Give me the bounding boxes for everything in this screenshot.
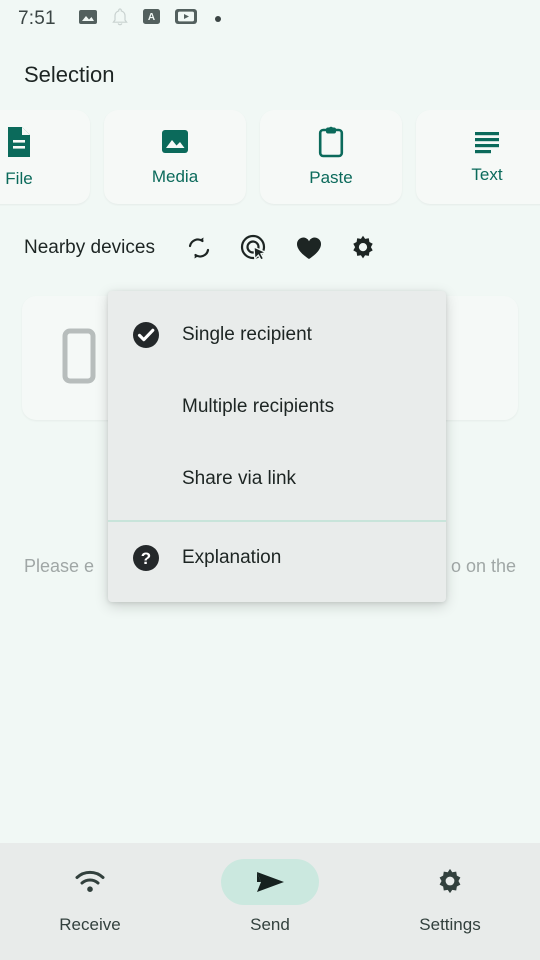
nav-item-settings[interactable]: Settings [360, 859, 540, 935]
image-icon [160, 127, 190, 157]
status-bar-clock: 7:51 [18, 8, 56, 29]
menu-footer-section: ? Explanation [108, 522, 446, 602]
wifi-icon [74, 869, 106, 895]
menu-item-label: Explanation [182, 547, 282, 568]
nearby-devices-title: Nearby devices [24, 237, 155, 258]
page-title: Selection [24, 62, 115, 87]
image-icon [78, 7, 98, 32]
recipient-mode-menu[interactable]: Single recipient Multiple recipients Sha… [108, 291, 446, 602]
clipboard-icon [318, 126, 344, 158]
menu-item-explanation[interactable]: ? Explanation [108, 522, 446, 594]
nav-item-send[interactable]: Send [180, 859, 360, 935]
selection-chip-label: Text [471, 165, 503, 184]
video-player-icon [174, 7, 198, 32]
nav-label-send: Send [250, 915, 290, 934]
gear-icon [435, 867, 465, 897]
selection-chip-label: File [5, 169, 33, 188]
nav-pill-send[interactable] [221, 859, 319, 905]
svg-text:A: A [148, 12, 155, 23]
menu-item-single-recipient[interactable]: Single recipient [108, 299, 446, 371]
empty-state-hint-left: Please e [24, 556, 95, 576]
nav-label-settings: Settings [419, 915, 481, 934]
selection-chip-paste[interactable]: Paste [260, 110, 402, 204]
menu-item-label: Single recipient [182, 324, 312, 345]
empty-state-hint-right: o on the [450, 556, 516, 576]
menu-item-label: Multiple recipients [182, 396, 335, 417]
send-icon [252, 868, 288, 896]
menu-item-icon-placeholder [130, 391, 162, 423]
menu-item-icon-placeholder [130, 463, 162, 495]
gear-icon[interactable] [349, 234, 377, 262]
menu-item-multiple-recipients[interactable]: Multiple recipients [108, 371, 446, 443]
selection-chip-text[interactable]: Text [416, 110, 540, 204]
heart-icon[interactable] [295, 235, 323, 261]
nav-pill-receive[interactable] [41, 859, 139, 905]
refresh-icon[interactable] [185, 234, 213, 262]
status-bar: 7:51 A [0, 0, 540, 38]
menu-item-share-via-link[interactable]: Share via link [108, 443, 446, 515]
nav-pill-settings[interactable] [401, 859, 499, 905]
nav-item-receive[interactable]: Receive [0, 859, 180, 935]
dot-indicator [214, 16, 221, 22]
nav-label-receive: Receive [59, 915, 121, 934]
file-document-icon [4, 125, 34, 159]
a-badge-icon: A [142, 7, 161, 31]
check-circle-icon [130, 319, 162, 351]
phone-device-icon [62, 328, 96, 389]
scan-target-icon[interactable] [239, 233, 269, 263]
selection-chip-file[interactable]: File [0, 110, 90, 204]
notification-bell-icon [111, 7, 129, 32]
menu-item-label: Share via link [182, 468, 297, 489]
nearby-devices-header: Nearby devices [0, 228, 540, 268]
selection-chip-label: Paste [309, 168, 353, 187]
nearby-devices-actions[interactable] [185, 233, 377, 263]
status-bar-icons: A [78, 7, 221, 32]
svg-text:?: ? [141, 549, 151, 568]
selection-chip-media[interactable]: Media [104, 110, 246, 204]
bottom-navigation-bar: Receive Send Settings [0, 843, 540, 960]
question-circle-icon: ? [130, 542, 162, 574]
selection-chip-strip[interactable]: File Media Paste Text [0, 110, 540, 206]
text-lines-icon [472, 129, 502, 155]
selection-chip-label: Media [151, 167, 199, 186]
